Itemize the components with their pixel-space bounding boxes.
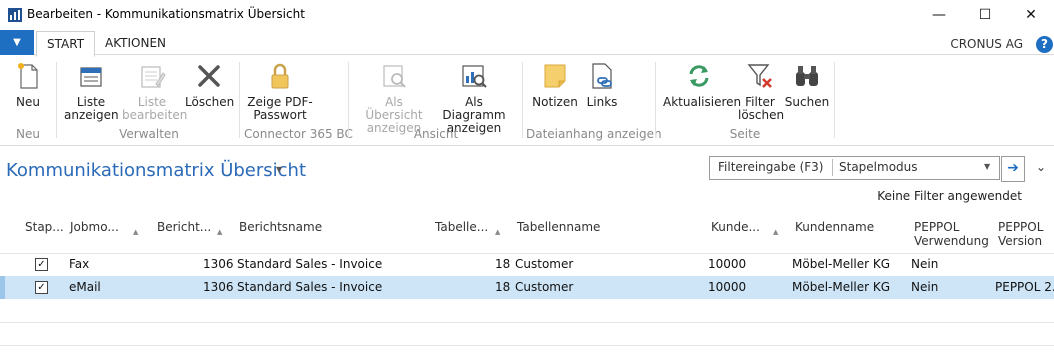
cell-tabelle: 18 <box>495 280 511 294</box>
cell-kundenname: Möbel-Meller KG <box>792 257 891 271</box>
col-header-peppol-verwendung[interactable]: PEPPOL Verwendung <box>914 220 989 248</box>
cell-jobmodus: eMail <box>69 280 101 294</box>
group-label-verwalten: Verwalten <box>119 127 179 141</box>
company-name[interactable]: CRONUS AG <box>950 37 1023 51</box>
col-header-peppol-version[interactable]: PEPPOL Version <box>998 220 1043 248</box>
list-view-icon <box>80 67 102 87</box>
group-label-dateianhang: Dateianhang anzeigen <box>526 127 662 141</box>
stapel-checkbox[interactable]: ✓ <box>35 258 48 271</box>
title-bar: Bearbeiten - Kommunikationsmatrix Übersi… <box>0 0 1054 30</box>
refresh-icon <box>689 65 709 87</box>
file-menu-button[interactable]: ▼ <box>0 30 34 55</box>
filter-field-label[interactable]: Filtereingabe (F3) <box>718 160 823 174</box>
sort-arrow-icon: ▲ <box>495 228 501 236</box>
edit-list-icon <box>141 66 166 88</box>
new-document-icon <box>18 63 38 89</box>
cell-berichtsname: Standard Sales - Invoice <box>237 257 383 271</box>
selection-marker <box>0 276 5 299</box>
sort-arrow-icon: ▲ <box>133 228 139 236</box>
cell-kundenname: Möbel-Meller KG <box>792 280 891 294</box>
cell-jobmodus: Fax <box>69 257 90 271</box>
group-label-ansicht: Ansicht <box>413 127 459 141</box>
liste-bearbeiten-button[interactable]: Liste bearbeiten <box>122 60 187 122</box>
col-header-tabellenname[interactable]: Tabellenname <box>517 220 600 234</box>
tab-start[interactable]: START <box>36 31 96 57</box>
col-header-berichtsname[interactable]: Berichtsname <box>239 220 322 234</box>
cell-tabellenname: Customer <box>515 257 574 271</box>
suchen-button[interactable]: Suchen <box>784 60 830 109</box>
cell-peppol-verwendung: Nein <box>911 280 939 294</box>
cell-peppol-version: PEPPOL 2.0 <box>995 280 1054 294</box>
liste-anzeigen-button[interactable]: Liste anzeigen <box>64 60 119 122</box>
group-label-neu: Neu <box>16 127 40 141</box>
group-separator <box>834 62 835 138</box>
link-icon <box>592 63 612 89</box>
col-header-kunde[interactable]: Kunde... <box>711 220 760 234</box>
col-header-kundenname[interactable]: Kundenname <box>795 220 874 234</box>
group-label-connector: Connector 365 BC <box>244 127 353 141</box>
neu-button[interactable]: Neu <box>8 60 48 109</box>
tab-aktionen[interactable]: AKTIONEN <box>95 31 176 55</box>
close-button[interactable]: ✕ <box>1008 0 1054 30</box>
chart-icon <box>462 65 487 88</box>
cell-peppol-verwendung: Nein <box>911 257 939 271</box>
app-icon <box>8 8 22 22</box>
als-diagramm-button[interactable]: Als Diagramm anzeigen <box>434 60 514 135</box>
filter-value-input[interactable]: Stapelmodus <box>839 160 918 174</box>
cell-tabellenname: Customer <box>515 280 574 294</box>
col-header-bericht[interactable]: Bericht... <box>157 220 211 234</box>
filter-divider <box>832 159 833 176</box>
minimize-button[interactable]: — <box>916 0 962 30</box>
zeige-pdf-passwort-button[interactable]: Zeige PDF- Passwort <box>246 60 314 122</box>
group-separator <box>522 62 523 138</box>
chevron-down-icon[interactable]: ▼ <box>276 165 282 174</box>
collapse-chevron-icon[interactable]: ⌄ <box>1036 160 1046 174</box>
group-separator <box>56 62 57 138</box>
cell-kunde: 10000 <box>708 257 747 271</box>
cell-bericht: 1306 <box>203 280 234 294</box>
clear-filter-icon <box>747 64 772 88</box>
help-icon[interactable]: ? <box>1036 36 1053 53</box>
col-header-stapel[interactable]: Stap... <box>25 220 64 234</box>
group-separator <box>655 62 656 138</box>
no-filter-status: Keine Filter angewendet <box>877 189 1022 203</box>
apply-filter-arrow-icon[interactable]: ➔ <box>1001 156 1025 182</box>
col-header-tabelle[interactable]: Tabelle... <box>435 220 488 234</box>
cell-kunde: 10000 <box>708 280 747 294</box>
aktualisieren-button[interactable]: Aktualisieren <box>663 60 741 109</box>
window-title: Bearbeiten - Kommunikationsmatrix Übersi… <box>27 7 305 21</box>
cell-bericht: 1306 <box>203 257 234 271</box>
sort-arrow-icon: ▲ <box>217 228 223 236</box>
notizen-button[interactable]: Notizen <box>532 60 578 109</box>
empty-table-row[interactable] <box>0 322 1054 346</box>
overview-icon <box>383 65 406 88</box>
col-header-jobmodus[interactable]: Jobmo... <box>70 220 119 234</box>
filter-loeschen-button[interactable]: Filter löschen <box>738 60 784 122</box>
stapel-checkbox[interactable]: ✓ <box>35 281 48 294</box>
group-label-seite: Seite <box>729 127 761 141</box>
delete-x-icon <box>198 65 220 87</box>
sort-arrow-icon: ▲ <box>773 228 779 236</box>
empty-table-row[interactable] <box>0 299 1054 323</box>
als-uebersicht-button[interactable]: Als Übersicht anzeigen <box>356 60 432 135</box>
lock-icon <box>271 63 289 89</box>
group-separator <box>239 62 240 138</box>
cell-tabelle: 18 <box>495 257 511 271</box>
links-button[interactable]: Links <box>584 60 620 109</box>
chevron-down-icon[interactable]: ▼ <box>984 162 990 171</box>
maximize-button[interactable]: ☐ <box>962 0 1008 30</box>
group-separator <box>348 62 349 138</box>
cell-berichtsname: Standard Sales - Invoice <box>237 280 383 294</box>
binoculars-icon <box>796 66 818 86</box>
page-title[interactable]: Kommunikationsmatrix Übersicht <box>6 160 306 181</box>
note-icon <box>544 64 566 88</box>
loeschen-button[interactable]: Löschen <box>185 60 234 109</box>
